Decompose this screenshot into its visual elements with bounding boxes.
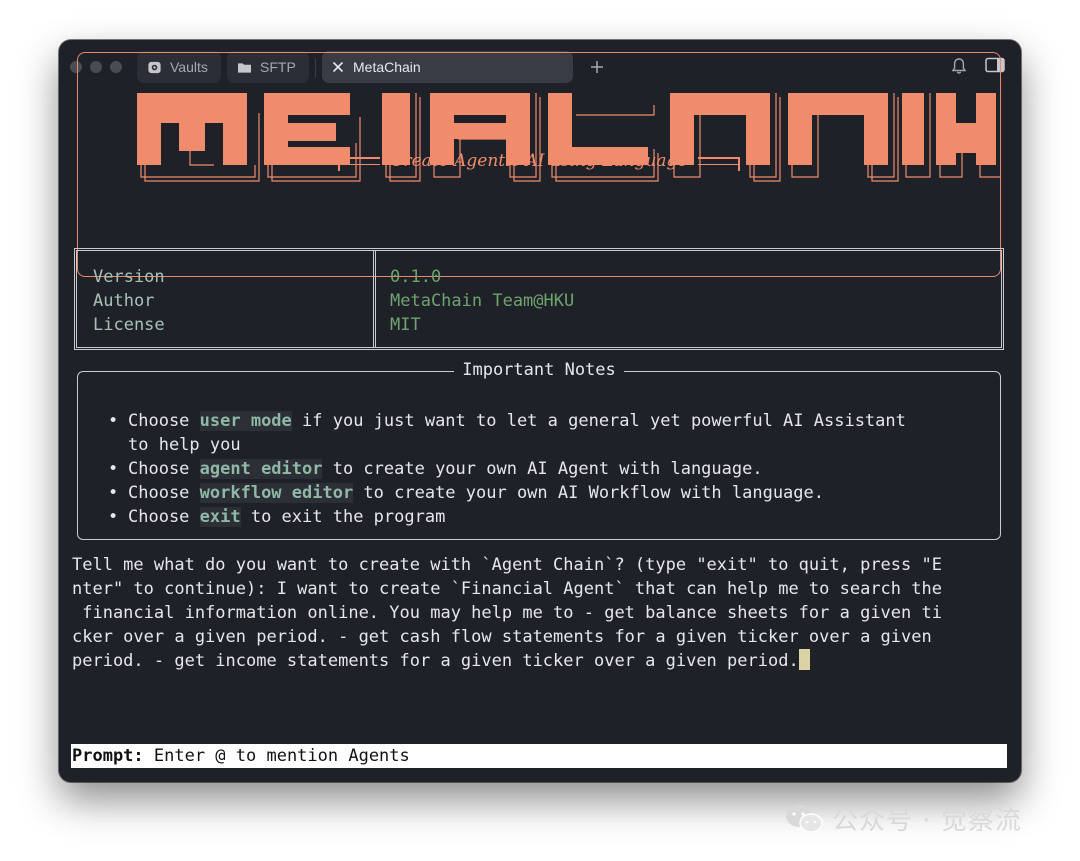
info-table-divider (373, 251, 376, 347)
terminal-window: Vaults SFTP MetaChain Create Agentic AI … (59, 40, 1021, 782)
note-text: if you just want to let a general yet po… (291, 411, 906, 431)
note-item-workflow-editor: Choose workflow editor to create your ow… (106, 481, 906, 505)
notes-title-text: Important Notes (454, 360, 624, 380)
note-text: Choose (128, 411, 200, 431)
note-highlight: agent editor (199, 459, 323, 479)
metachain-logo (137, 93, 1000, 182)
output-line: nter" to continue): I want to create `Fi… (72, 579, 942, 599)
output-line-last: period. - get income statements for a gi… (72, 649, 1012, 673)
info-key-author: Author (93, 291, 155, 311)
note-text: to create your own AI Workflow with lang… (353, 483, 824, 503)
info-key-license: License (93, 315, 165, 335)
note-highlight: workflow editor (199, 483, 354, 503)
notes-title: Important Notes (78, 360, 1000, 380)
note-highlight: exit (199, 507, 241, 527)
tagline: Create Agentic AI using Language (78, 151, 1000, 171)
note-text: Choose (128, 459, 200, 479)
banner-box: Create Agentic AI using Language (77, 52, 1001, 277)
important-notes-box: Important Notes Choose user mode if you … (77, 360, 1001, 540)
prompt-label: Prompt: (72, 746, 144, 766)
info-value-license: MIT (390, 315, 421, 335)
text-cursor (798, 649, 810, 670)
info-table: Version Author License 0.1.0 MetaChain T… (74, 248, 1004, 350)
tagline-text: Create Agentic AI using Language (390, 151, 688, 171)
tagline-rule-left (338, 157, 381, 171)
note-item-user-mode: Choose user mode if you just want to let… (106, 409, 906, 457)
terminal-output[interactable]: Create Agentic AI using Language Version… (59, 52, 1021, 782)
note-highlight: user mode (199, 411, 292, 431)
note-item-exit: Choose exit to exit the program (106, 505, 906, 529)
output-line: Tell me what do you want to create with … (72, 555, 942, 575)
info-key-version: Version (93, 267, 165, 287)
conversation-output: Tell me what do you want to create with … (72, 553, 1012, 673)
info-value-version: 0.1.0 (390, 267, 442, 287)
note-text: to help you (128, 435, 241, 455)
watermark-text: 公众号 · 觉察流 (832, 806, 1022, 836)
prompt-placeholder: Enter @ to mention Agents (143, 746, 410, 766)
output-line: cker over a given period. - get cash flo… (72, 627, 932, 647)
prompt-input[interactable]: Prompt: Enter @ to mention Agents (71, 744, 1007, 768)
tagline-rule-right (697, 157, 740, 171)
note-text: to exit the program (240, 507, 446, 527)
info-keys: Version Author License (93, 265, 165, 337)
info-values: 0.1.0 MetaChain Team@HKU MIT (390, 265, 574, 337)
watermark: 公众号 · 觉察流 (784, 800, 1022, 837)
note-text: Choose (128, 507, 200, 527)
wechat-icon (786, 804, 823, 833)
notes-list: Choose user mode if you just want to let… (106, 409, 906, 529)
info-value-author: MetaChain Team@HKU (390, 291, 575, 311)
note-item-agent-editor: Choose agent editor to create your own A… (106, 457, 906, 481)
output-line: financial information online. You may he… (72, 603, 942, 623)
output-line: period. - get income statements for a gi… (72, 651, 799, 671)
note-text: to create your own AI Agent with languag… (322, 459, 763, 479)
note-text: Choose (128, 483, 200, 503)
